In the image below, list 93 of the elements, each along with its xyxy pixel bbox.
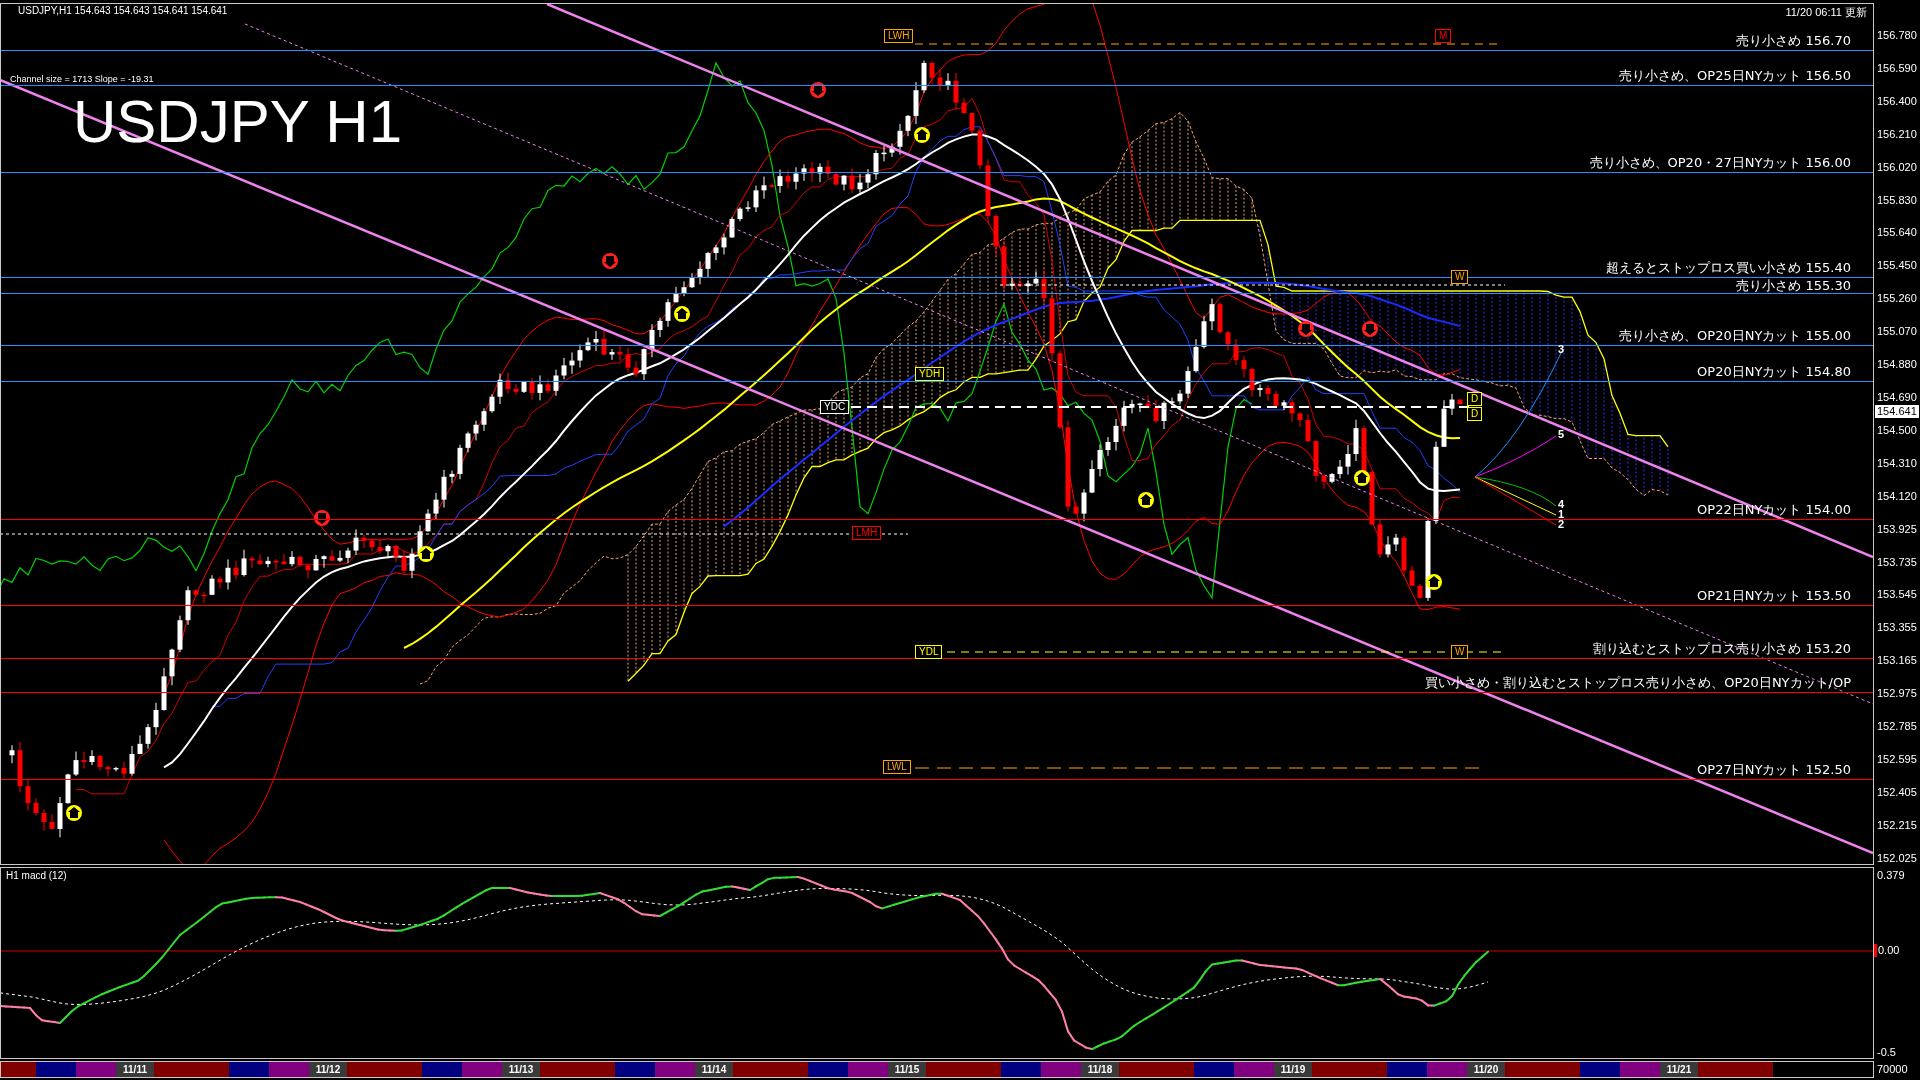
- chart-marker-label: YDL: [915, 645, 943, 659]
- current-price-tag: 154.641: [1875, 405, 1919, 418]
- price-tick: 154.500: [1877, 423, 1918, 437]
- price-tick: 153.925: [1877, 522, 1918, 536]
- date-label: 11/19: [1280, 1062, 1306, 1077]
- up-arrow-icon: [1138, 492, 1154, 508]
- price-tick: 156.780: [1877, 29, 1918, 42]
- projection-label: 2: [1558, 519, 1565, 529]
- price-tick: 152.215: [1877, 818, 1918, 832]
- level-label: 売り小さめ、OP25日NYカット 156.50: [1619, 68, 1851, 83]
- macd-tick: 0.379: [1877, 869, 1905, 882]
- level-label: 売り小さめ、OP20日NYカット 155.00: [1619, 328, 1851, 343]
- up-arrow-icon: [674, 306, 690, 322]
- price-tick: 153.165: [1877, 654, 1918, 668]
- up-arrow-icon: [66, 805, 82, 821]
- level-label: 売り小さめ 156.70: [1736, 33, 1851, 48]
- date-label: 11/13: [508, 1062, 534, 1077]
- price-tick: 152.595: [1877, 752, 1918, 766]
- session-segment: [848, 1062, 888, 1077]
- date-label: 11/20: [1473, 1062, 1499, 1077]
- chart-marker-label: LWL: [883, 760, 911, 774]
- date-label: 11/21: [1666, 1062, 1692, 1077]
- level-label: 割り込むとストップロス売り小さめ 153.20: [1593, 641, 1851, 656]
- down-arrow-icon: [314, 510, 330, 526]
- price-tick: 153.735: [1877, 555, 1918, 569]
- level-label: 売り小さめ 155.30: [1736, 278, 1851, 293]
- update-time: 11/20 06:11 更新: [1785, 6, 1867, 19]
- session-segment: [76, 1062, 116, 1077]
- price-tick: 155.070: [1877, 325, 1918, 339]
- level-label: OP27日NYカット 152.50: [1697, 762, 1851, 777]
- price-tick: 153.545: [1877, 588, 1918, 602]
- session-segment: [462, 1062, 502, 1077]
- price-tick: 155.830: [1877, 193, 1918, 207]
- level-label: 売り小さめ、OP20・27日NYカット 156.00: [1589, 155, 1851, 170]
- session-segment: [1620, 1062, 1660, 1077]
- session-segment: [36, 1062, 76, 1077]
- indicator-title: H1 macd (12): [6, 870, 67, 882]
- price-tick: 152.975: [1877, 687, 1918, 701]
- price-tick: 154.310: [1877, 456, 1918, 470]
- price-tick: 156.400: [1877, 94, 1918, 108]
- chart-marker-label: YDC: [820, 400, 850, 414]
- price-tick: 154.120: [1877, 489, 1918, 503]
- price-tick: 152.785: [1877, 720, 1918, 734]
- chart-marker-label: LWH: [884, 29, 914, 43]
- projection-label: 4: [1558, 499, 1565, 509]
- price-tick: 155.260: [1877, 292, 1918, 306]
- up-arrow-icon: [1354, 470, 1370, 486]
- level-label: OP20日NYカット 154.80: [1697, 364, 1851, 379]
- price-tick: 152.405: [1877, 785, 1918, 799]
- price-tick: 155.640: [1877, 226, 1918, 240]
- chart-marker-label: D: [1467, 392, 1483, 406]
- axis-label: 70000: [1877, 1063, 1908, 1076]
- price-tick: 156.590: [1877, 61, 1918, 75]
- down-arrow-icon: [602, 253, 618, 269]
- macd-tick: 0.00: [1874, 944, 1900, 957]
- chart-marker-label: D: [1467, 407, 1483, 421]
- date-label: 11/12: [315, 1062, 341, 1077]
- macd-tick: -0.5: [1877, 1046, 1896, 1059]
- symbol-info: USDJPY,H1 154.643 154.643 154.641 154.641: [18, 5, 228, 17]
- session-segment: [269, 1062, 309, 1077]
- price-tick: 154.880: [1877, 358, 1918, 372]
- session-segment: [1234, 1062, 1274, 1077]
- up-arrow-icon: [914, 127, 930, 143]
- chart-marker-label: W: [1451, 645, 1469, 659]
- session-segment: [1041, 1062, 1081, 1077]
- down-arrow-icon: [810, 82, 826, 98]
- projection-label: 3: [1558, 344, 1565, 354]
- session-segment: [655, 1062, 695, 1077]
- projection-label: 1: [1558, 509, 1565, 519]
- channel-info: Channel size = 1713 Slope = -19.31: [10, 74, 154, 85]
- date-label: 11/11: [123, 1062, 147, 1077]
- date-label: 11/14: [701, 1062, 727, 1077]
- chart-marker-label: LMH: [852, 526, 882, 540]
- session-segment: [1427, 1062, 1467, 1077]
- session-segment: [1, 1062, 36, 1077]
- down-arrow-icon: [1298, 321, 1314, 337]
- price-tick: 153.355: [1877, 621, 1918, 635]
- price-tick: 154.690: [1877, 390, 1918, 404]
- chart-marker-label: M: [1435, 29, 1452, 43]
- projection-label: 5: [1558, 429, 1565, 439]
- chart-marker-label: YDH: [915, 367, 945, 381]
- price-tick: 156.210: [1877, 127, 1918, 141]
- price-tick: 156.020: [1877, 160, 1918, 174]
- price-tick: 155.450: [1877, 259, 1918, 273]
- price-tick: 152.025: [1877, 851, 1918, 865]
- level-label: 超えるとストップロス買い小さめ 155.40: [1606, 260, 1851, 275]
- level-label: OP21日NYカット 153.50: [1697, 588, 1851, 603]
- down-arrow-icon: [1362, 321, 1378, 337]
- up-arrow-icon: [418, 546, 434, 562]
- chart-marker-label: W: [1451, 270, 1469, 284]
- up-arrow-icon: [1426, 574, 1442, 590]
- date-label: 11/15: [894, 1062, 920, 1077]
- date-label: 11/18: [1087, 1062, 1113, 1077]
